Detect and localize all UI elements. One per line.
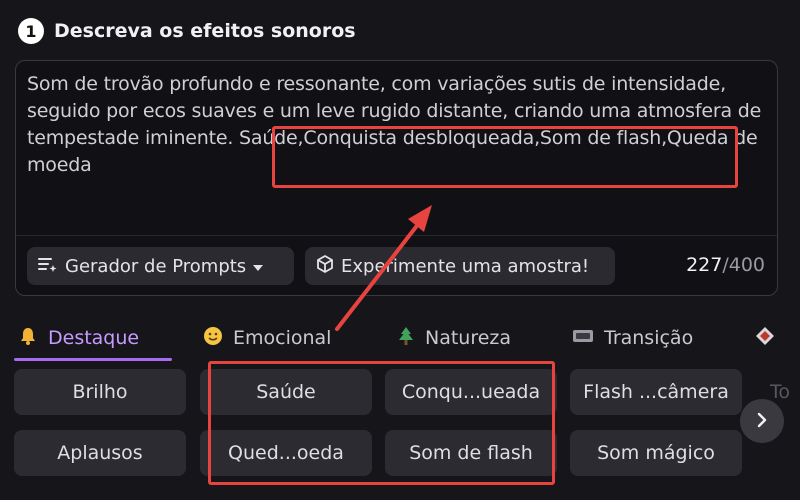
annotation-highlight-chips [208,361,555,485]
tab-transicao[interactable]: Transição [572,318,693,358]
smiley-icon [203,326,223,351]
tab-destaque[interactable]: Destaque [18,318,139,358]
section-header: 1 Descreva os efeitos sonoros [18,18,356,44]
tab-label: Transição [604,327,694,349]
caret-down-icon [252,256,264,277]
chevron-right-icon [756,409,768,434]
try-sample-label: Experimente uma amostra! [341,255,590,277]
cube-icon [315,254,335,279]
chip-som-magico[interactable]: Som mágico [570,430,742,476]
prompt-generator-label: Gerador de Prompts [65,255,247,277]
active-tab-indicator [14,358,172,361]
annotation-highlight-prompt [272,126,738,188]
chip-aplausos[interactable]: Aplausos [14,430,186,476]
chip-brilho[interactable]: Brilho [14,369,186,415]
category-tabs: Destaque Emocional Natureza Transição [0,318,800,361]
tab-natureza[interactable]: Natureza [397,318,511,358]
step-number-badge: 1 [18,18,44,44]
character-count-current: 227 [686,254,723,276]
diamond-icon [755,326,775,351]
prompt-generator-button[interactable]: Gerador de Prompts [27,247,294,285]
tree-icon [397,326,415,351]
character-counter: 227/400 [686,254,765,276]
tab-label: Emocional [233,327,332,349]
magic-list-icon [37,254,59,279]
scroll-right-button[interactable] [740,399,784,443]
try-sample-button[interactable]: Experimente uma amostra! [305,247,615,285]
tab-more[interactable] [755,318,775,358]
section-title: Descreva os efeitos sonoros [54,20,356,42]
character-count-max: /400 [722,254,765,276]
transition-icon [572,327,594,349]
editor-divider [16,235,777,236]
tab-emocional[interactable]: Emocional [203,318,331,358]
bell-icon [18,326,38,351]
tab-label: Destaque [48,327,140,349]
tab-label: Natureza [425,327,512,349]
chip-overflow-text: To [770,381,791,403]
chip-flash-camera[interactable]: Flash ...câmera [570,369,742,415]
